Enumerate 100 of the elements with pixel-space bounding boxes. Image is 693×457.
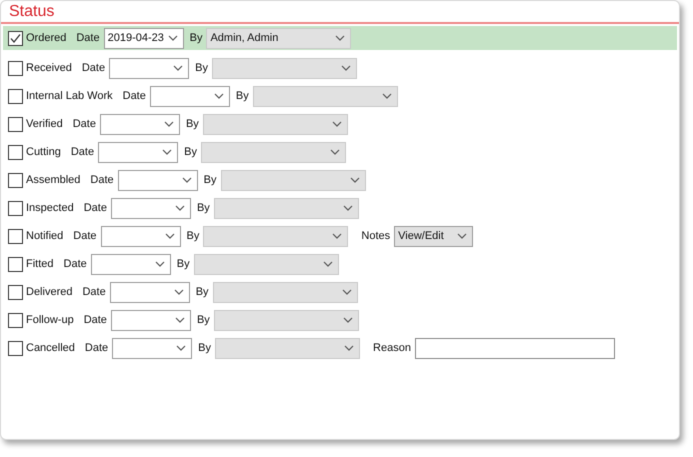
date-dropdown[interactable] [110,310,191,330]
chevron-icon [342,317,353,323]
user-dropdown[interactable] [214,310,359,330]
status-label: Received [26,62,72,74]
checkbox[interactable] [8,228,23,244]
field-label: Date [84,342,108,354]
user-dropdown[interactable] [203,226,348,246]
field-label: By [204,174,217,186]
field-label: By [195,62,208,74]
date-dropdown[interactable] [118,170,198,190]
field-label: By [184,146,197,158]
chevron-icon [344,345,354,351]
chevron-icon [332,121,342,127]
chevron-icon [342,289,352,295]
checkbox[interactable] [8,144,23,160]
user-dropdown[interactable] [212,58,357,78]
date-dropdown[interactable] [100,114,180,134]
status-label: Verified [26,118,63,130]
checkbox[interactable] [8,284,23,300]
chevron-icon [457,233,468,239]
chevron-icon [340,65,351,71]
field-label: Date [73,230,97,242]
status-label: Notified [26,230,64,242]
status-label: Fitted [26,258,54,270]
field-label: By [186,230,200,242]
field-label: Date [84,314,107,326]
field-label: By [196,202,210,214]
field-label: Date [82,286,106,298]
field-label: Date [76,32,100,44]
status-label: Delivered [26,286,72,298]
status-label: Follow-up [26,314,74,326]
chevron-icon [164,121,174,127]
chevron-icon [350,177,360,183]
field-label: By [196,286,209,298]
checkbox[interactable] [8,172,23,188]
date-dropdown[interactable]: 2019-04-23 [104,28,184,48]
field-label: Date [64,258,87,270]
checkbox[interactable] [8,256,23,272]
field-label: Date [122,90,146,102]
field-label: Date [84,202,107,214]
chevron-icon [174,317,185,323]
user-dropdown[interactable] [220,170,366,190]
date-dropdown[interactable] [109,58,190,78]
status-label: Cutting [26,146,61,158]
notes-dropdown[interactable]: View/Edit [394,226,474,246]
chevron-icon [154,261,165,267]
chevron-icon [322,261,333,267]
user-dropdown[interactable] [214,198,359,218]
chevron-icon [342,205,353,211]
user-dropdown[interactable]: Admin, Admin [206,28,352,48]
status-label: Ordered [26,32,66,44]
field-label: Reason [373,342,411,354]
user-dropdown[interactable] [212,282,358,302]
user-dropdown[interactable] [202,114,348,134]
user-dropdown[interactable] [194,254,339,274]
checkbox[interactable] [8,30,23,46]
field-label: Date [70,146,94,158]
chevron-icon [330,149,340,155]
field-label: By [190,32,202,44]
chevron-icon [382,93,392,99]
chevron-icon [162,149,172,155]
checkbox[interactable] [8,200,23,216]
status-label: Cancelled [26,342,75,354]
date-dropdown[interactable] [112,338,192,358]
checkbox[interactable] [8,88,23,104]
date-dropdown[interactable] [150,86,230,106]
field-label: By [236,90,249,102]
reason-field[interactable] [414,338,615,358]
panel-title: Status [8,2,56,22]
user-dropdown[interactable] [252,86,398,106]
chevron-icon [164,233,175,239]
field-label: Date [82,62,106,74]
user-dropdown[interactable] [200,142,346,162]
chevron-icon [174,205,185,211]
checkbox[interactable] [8,116,23,132]
status-label: Inspected [26,202,74,214]
field-label: By [198,342,212,354]
date-dropdown[interactable] [100,226,181,246]
field-label: By [196,314,210,326]
checkbox[interactable] [8,312,23,328]
date-dropdown[interactable] [110,198,191,218]
date-dropdown[interactable] [110,282,190,302]
chevron-icon [173,65,184,71]
chevron-icon [168,35,178,41]
status-label: Assembled [26,174,80,186]
date-dropdown[interactable] [98,142,178,162]
field-label: Date [72,118,96,130]
status-label: Internal Lab Work [26,90,113,102]
date-dropdown[interactable] [90,254,171,274]
field-label: Date [90,174,114,186]
chevron-icon [214,93,224,99]
field-label: By [186,118,199,130]
checkbox[interactable] [8,340,23,356]
chevron-icon [176,345,186,351]
user-dropdown[interactable] [215,338,360,358]
field-label: By [176,258,190,270]
checkbox[interactable] [8,60,23,76]
field-label: Notes [361,230,390,242]
chevron-icon [332,233,342,239]
chevron-icon [182,177,192,183]
